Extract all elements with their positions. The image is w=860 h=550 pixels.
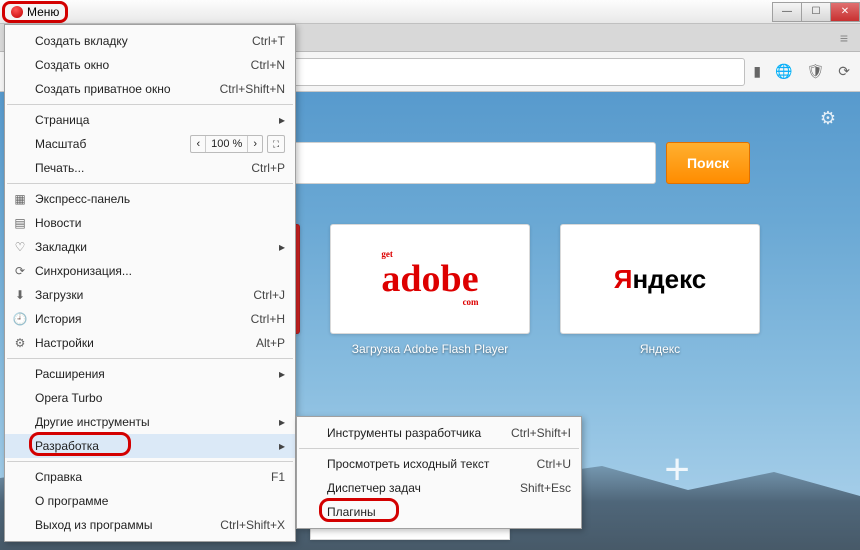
menu-developer[interactable]: Разработка ▸ <box>5 434 295 458</box>
window-controls: — ☐ ✕ <box>773 2 860 22</box>
add-tile-icon[interactable]: + <box>664 445 690 495</box>
yandex-logo: Яндекс <box>614 264 707 295</box>
zoom-value: 100 % <box>206 136 248 152</box>
fullscreen-icon[interactable]: ⛶ <box>267 135 285 153</box>
menu-zoom[interactable]: Масштаб ‹ 100 % › ⛶ <box>5 132 295 156</box>
adobe-main: adobe <box>381 258 478 300</box>
submenu-devtools[interactable]: Инструменты разработчика Ctrl+Shift+I <box>297 421 581 445</box>
menu-print[interactable]: Печать... Ctrl+P <box>5 156 295 180</box>
tile-yandex[interactable]: Яндекс <box>560 224 760 334</box>
heart-icon: ♡ <box>12 239 28 255</box>
search-button[interactable]: Поиск <box>666 142 750 184</box>
menu-separator <box>7 461 293 462</box>
menu-new-window[interactable]: Создать окно Ctrl+N <box>5 53 295 77</box>
menu-settings[interactable]: ⚙ Настройки Alt+P <box>5 331 295 355</box>
yandex-rest: ндекс <box>632 264 706 294</box>
zoom-in-icon[interactable]: › <box>248 136 262 152</box>
submenu-arrow-icon: ▸ <box>279 439 285 453</box>
adobe-com: com <box>463 297 479 307</box>
submenu-task-manager[interactable]: Диспетчер задач Shift+Esc <box>297 476 581 500</box>
maximize-button[interactable]: ☐ <box>801 2 831 22</box>
zoom-control[interactable]: ‹ 100 % › <box>190 135 263 153</box>
tile-yandex-label: Яндекс <box>560 342 760 356</box>
developer-submenu: Инструменты разработчика Ctrl+Shift+I Пр… <box>296 416 582 529</box>
submenu-view-source[interactable]: Просмотреть исходный текст Ctrl+U <box>297 452 581 476</box>
history-icon: 🕘 <box>12 311 28 327</box>
opera-logo-icon <box>11 6 23 18</box>
menu-button-label: Меню <box>27 5 59 19</box>
opera-menu-button[interactable]: Меню <box>2 1 68 23</box>
tile-col-1: get adobe com Загрузка Adobe Flash Playe… <box>330 224 530 356</box>
submenu-plugins[interactable]: Плагины <box>297 500 581 524</box>
news-icon: ▤ <box>12 215 28 231</box>
power-refresh-icon[interactable]: ⟳ <box>838 63 850 80</box>
menu-history[interactable]: 🕘 История Ctrl+H <box>5 307 295 331</box>
submenu-arrow-icon: ▸ <box>279 113 285 127</box>
menu-separator <box>7 358 293 359</box>
minimize-button[interactable]: — <box>772 2 802 22</box>
grid-icon: ▦ <box>12 191 28 207</box>
close-button[interactable]: ✕ <box>830 2 860 22</box>
menu-speed-dial[interactable]: ▦ Экспресс-панель <box>5 187 295 211</box>
menu-extensions[interactable]: Расширения ▸ <box>5 362 295 386</box>
tile-col-2: Яндекс Яндекс <box>560 224 760 356</box>
menu-new-private[interactable]: Создать приватное окно Ctrl+Shift+N <box>5 77 295 101</box>
submenu-arrow-icon: ▸ <box>279 415 285 429</box>
submenu-arrow-icon: ▸ <box>279 240 285 254</box>
tile-adobe-label: Загрузка Adobe Flash Player <box>330 342 530 356</box>
main-menu: Создать вкладку Ctrl+T Создать окно Ctrl… <box>4 24 296 542</box>
menu-opera-turbo[interactable]: Opera Turbo <box>5 386 295 410</box>
adobe-logo: get adobe com <box>381 257 478 301</box>
sync-icon: ⟳ <box>12 263 28 279</box>
menu-new-tab[interactable]: Создать вкладку Ctrl+T <box>5 29 295 53</box>
bookmark-icon[interactable]: ▮ <box>753 63 761 80</box>
tile-adobe[interactable]: get adobe com <box>330 224 530 334</box>
submenu-arrow-icon: ▸ <box>279 367 285 381</box>
menu-separator <box>299 448 579 449</box>
menu-help[interactable]: Справка F1 <box>5 465 295 489</box>
menu-about[interactable]: О программе <box>5 489 295 513</box>
menu-separator <box>7 183 293 184</box>
menu-page[interactable]: Страница ▸ <box>5 108 295 132</box>
menu-separator <box>7 104 293 105</box>
menu-downloads[interactable]: ⬇ Загрузки Ctrl+J <box>5 283 295 307</box>
download-icon: ⬇ <box>12 287 28 303</box>
zoom-out-icon[interactable]: ‹ <box>191 136 206 152</box>
menu-sync[interactable]: ⟳ Синхронизация... <box>5 259 295 283</box>
menu-other-tools[interactable]: Другие инструменты ▸ <box>5 410 295 434</box>
yandex-y: Я <box>614 264 633 294</box>
gear-icon[interactable]: ⚙ <box>820 108 836 129</box>
menu-exit[interactable]: Выход из программы Ctrl+Shift+X <box>5 513 295 537</box>
menu-news[interactable]: ▤ Новости <box>5 211 295 235</box>
adobe-get: get <box>381 249 393 259</box>
vpn-globe-icon[interactable]: 🌐 <box>775 63 792 80</box>
toolbar-icons: ▮ 🌐 🛡 ⟳ <box>753 63 850 80</box>
titlebar: Меню — ☐ ✕ <box>0 0 860 24</box>
menu-bookmarks[interactable]: ♡ Закладки ▸ <box>5 235 295 259</box>
gear-icon: ⚙ <box>12 335 28 351</box>
shield-icon[interactable]: 🛡 <box>806 63 824 80</box>
tab-menu-icon[interactable]: ≡ <box>840 30 848 46</box>
